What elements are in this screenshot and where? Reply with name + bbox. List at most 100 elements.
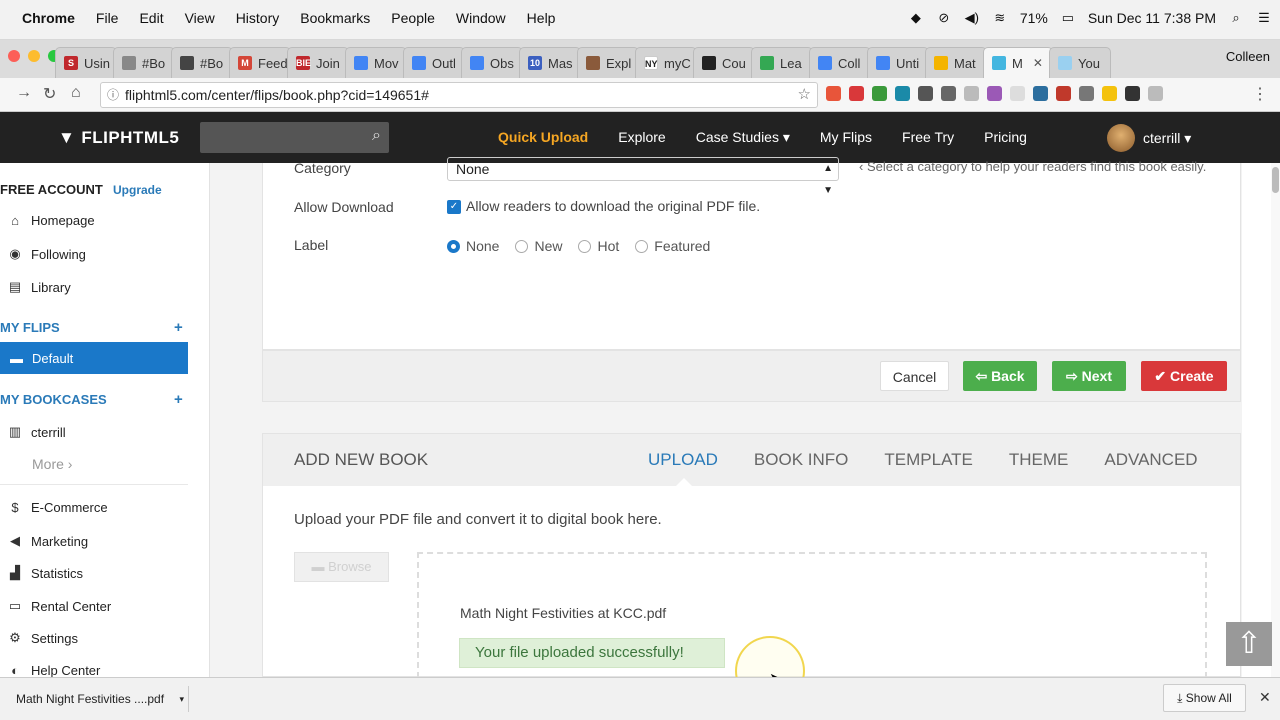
extension-green-icon[interactable] bbox=[872, 86, 887, 101]
extension-new-icon[interactable] bbox=[826, 86, 841, 101]
menu-view[interactable]: View bbox=[185, 10, 215, 26]
label-radio-featured[interactable]: Featured bbox=[635, 238, 710, 254]
menu-edit[interactable]: Edit bbox=[139, 10, 163, 26]
app-menu-chrome[interactable]: Chrome bbox=[22, 10, 75, 26]
sidebar-item-ecommerce[interactable]: $ E-Commerce bbox=[8, 500, 107, 515]
my-bookcases-heading[interactable]: MY BOOKCASES bbox=[0, 392, 107, 407]
extension-s-icon[interactable] bbox=[895, 86, 910, 101]
wifi-icon[interactable]: ≋ bbox=[992, 11, 1008, 25]
menubar-clock[interactable]: Sun Dec 11 7:38 PM bbox=[1088, 10, 1216, 26]
extension-cloud-icon[interactable] bbox=[1033, 86, 1048, 101]
browser-tab[interactable]: Unti bbox=[867, 47, 929, 78]
nav-my-flips[interactable]: My Flips bbox=[820, 129, 872, 146]
forward-arrow-icon[interactable]: → bbox=[16, 84, 32, 102]
chrome-menu-icon[interactable]: ⋮ bbox=[1252, 84, 1268, 104]
sidebar-item-rental-center[interactable]: ▭ Rental Center bbox=[8, 598, 111, 614]
nav-quick-upload[interactable]: Quick Upload bbox=[498, 129, 588, 146]
close-window-button[interactable] bbox=[8, 50, 20, 62]
browser-tab[interactable]: M ✕ bbox=[983, 47, 1053, 78]
more-link[interactable]: More › bbox=[32, 456, 72, 472]
browser-tab[interactable]: Expl bbox=[577, 47, 639, 78]
close-downloads-bar-icon[interactable]: ✕ bbox=[1259, 689, 1271, 706]
allow-download-text[interactable]: Allow readers to download the original P… bbox=[466, 198, 760, 214]
download-options-icon[interactable]: ▾ bbox=[179, 686, 184, 712]
label-radio-new[interactable]: New bbox=[515, 238, 562, 254]
nav-free-try[interactable]: Free Try bbox=[902, 129, 954, 146]
show-all-downloads-button[interactable]: ⤓ Show All bbox=[1163, 684, 1246, 712]
page-info-icon[interactable]: ⓘ bbox=[107, 83, 119, 107]
menu-bookmarks[interactable]: Bookmarks bbox=[300, 10, 370, 26]
address-bar[interactable]: ⓘ fliphtml5.com/center/flips/book.php?ci… bbox=[100, 82, 818, 108]
reload-icon[interactable]: ↻ bbox=[43, 84, 56, 104]
menu-history[interactable]: History bbox=[236, 10, 280, 26]
browse-button[interactable]: ▬ Browse bbox=[294, 552, 389, 582]
nav-pricing[interactable]: Pricing bbox=[984, 129, 1027, 146]
page-scrollbar[interactable] bbox=[1271, 163, 1280, 677]
browser-tab[interactable]: BIE Join bbox=[287, 47, 349, 78]
extension-speaker-icon[interactable] bbox=[1079, 86, 1094, 101]
extension-red-icon[interactable] bbox=[1056, 86, 1071, 101]
extension-c-icon[interactable] bbox=[941, 86, 956, 101]
scrollbar-thumb[interactable] bbox=[1272, 167, 1279, 193]
extension-c-grey-icon[interactable] bbox=[964, 86, 979, 101]
sidebar-item-homepage[interactable]: ⌂ Homepage bbox=[8, 213, 95, 228]
adblock-icon[interactable] bbox=[849, 86, 864, 101]
add-bookcase-icon[interactable]: + bbox=[174, 391, 183, 408]
extension-dark-icon[interactable] bbox=[918, 86, 933, 101]
menu-file[interactable]: File bbox=[96, 10, 119, 26]
back-button[interactable]: ⇦ Back bbox=[963, 361, 1037, 391]
browser-tab[interactable]: Obs bbox=[461, 47, 523, 78]
browser-tab[interactable]: Coll bbox=[809, 47, 871, 78]
close-tab-icon[interactable]: ✕ bbox=[1033, 56, 1043, 70]
upgrade-link[interactable]: Upgrade bbox=[113, 183, 162, 197]
tab-template[interactable]: TEMPLATE bbox=[884, 450, 972, 470]
menu-help[interactable]: Help bbox=[527, 10, 556, 26]
browser-tab[interactable]: 10 Mas bbox=[519, 47, 581, 78]
nav-explore[interactable]: Explore bbox=[618, 129, 665, 146]
next-button[interactable]: ⇨ Next bbox=[1052, 361, 1126, 391]
home-icon[interactable]: ⌂ bbox=[71, 84, 81, 102]
tab-advanced[interactable]: ADVANCED bbox=[1104, 450, 1197, 470]
browser-tab[interactable]: #Bo bbox=[171, 47, 233, 78]
sidebar-item-library[interactable]: ▤ Library bbox=[8, 279, 71, 295]
sidebar-item-default[interactable]: ▬ Default bbox=[0, 342, 188, 374]
browser-tab[interactable]: NY myC bbox=[635, 47, 697, 78]
browser-tab[interactable]: Mat bbox=[925, 47, 987, 78]
create-button[interactable]: ✔ Create bbox=[1141, 361, 1227, 391]
notification-center-icon[interactable]: ☰ bbox=[1256, 11, 1272, 25]
sidebar-item-settings[interactable]: ⚙ Settings bbox=[8, 630, 78, 646]
sidebar-item-marketing[interactable]: ◀ Marketing bbox=[8, 533, 88, 549]
browser-tab[interactable]: S Usin bbox=[55, 47, 117, 78]
browser-tab[interactable]: Outl bbox=[403, 47, 465, 78]
menu-people[interactable]: People bbox=[391, 10, 435, 26]
extension-bulb-icon[interactable] bbox=[1102, 86, 1117, 101]
search-icon[interactable]: ⌕ bbox=[372, 127, 381, 145]
browser-tab[interactable]: Lea bbox=[751, 47, 813, 78]
user-menu[interactable]: cterrill ▾ bbox=[1107, 124, 1191, 152]
tab-book-info[interactable]: BOOK INFO bbox=[754, 450, 848, 470]
browser-tab[interactable]: You bbox=[1049, 47, 1111, 78]
cancel-button[interactable]: Cancel bbox=[880, 361, 949, 391]
back-to-top-icon[interactable]: ⇧ bbox=[1226, 622, 1272, 666]
browser-tab[interactable]: M Feed bbox=[229, 47, 291, 78]
nav-case-studies[interactable]: Case Studies ▾ bbox=[696, 129, 790, 146]
download-item[interactable]: Math Night Festivities ....pdf ▾ bbox=[0, 686, 189, 712]
dropbox-icon[interactable]: ◆ bbox=[908, 11, 924, 25]
tab-theme[interactable]: THEME bbox=[1009, 450, 1069, 470]
browser-tab[interactable]: Cou bbox=[693, 47, 755, 78]
tab-upload[interactable]: UPLOAD bbox=[648, 450, 718, 470]
sidebar-item-statistics[interactable]: ▟ Statistics bbox=[8, 565, 83, 581]
browser-tab[interactable]: Mov bbox=[345, 47, 407, 78]
label-radio-none[interactable]: None bbox=[447, 238, 499, 254]
category-select[interactable]: None ▲ ▼ bbox=[447, 157, 839, 196]
label-radio-hot[interactable]: Hot bbox=[578, 238, 619, 254]
profile-button[interactable]: Colleen bbox=[1226, 49, 1270, 64]
allow-download-checkbox[interactable]: ✓ bbox=[447, 200, 461, 214]
bookmark-star-icon[interactable]: ☆ bbox=[798, 83, 811, 107]
sidebar-item-following[interactable]: ◉ Following bbox=[8, 246, 86, 262]
battery-icon[interactable]: ▭ bbox=[1060, 11, 1076, 25]
site-search-input[interactable]: ⌕ bbox=[200, 122, 389, 153]
volume-icon[interactable]: ◀) bbox=[964, 11, 980, 25]
site-logo[interactable]: ▼ FLIPHTML5 bbox=[58, 128, 179, 148]
sidebar-item-help-center[interactable]: ◐ Help Center bbox=[8, 663, 100, 678]
